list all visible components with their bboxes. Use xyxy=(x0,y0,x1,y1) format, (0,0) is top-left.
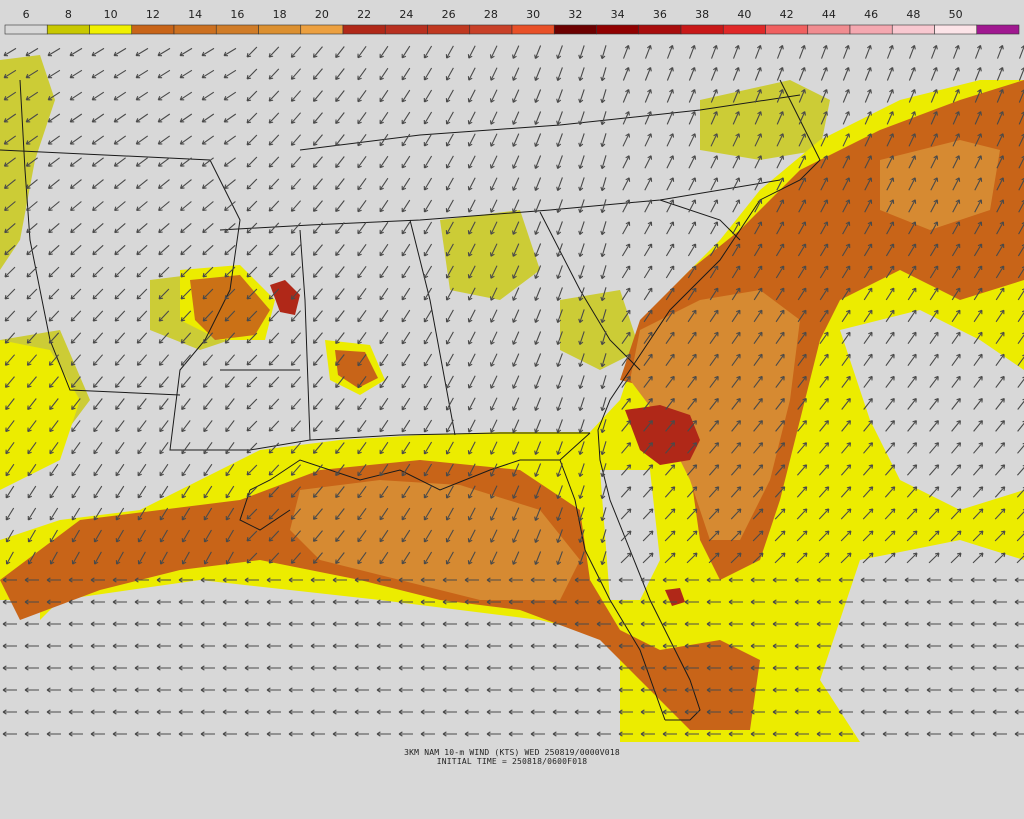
colorbar-label: 10 xyxy=(104,8,118,21)
colorbar-swatch xyxy=(131,24,175,35)
colorbar-swatch xyxy=(469,24,513,35)
colorbar-label: 48 xyxy=(906,8,920,21)
colorbar-swatch xyxy=(807,24,851,35)
colorbar-label: 46 xyxy=(864,8,878,21)
colorbar-label: 22 xyxy=(357,8,371,21)
colorbar-swatch xyxy=(934,24,978,35)
map-caption-title: 3KM NAM 10-m WIND (KTS) WED 250819/0000V… xyxy=(404,748,620,757)
colorbar-label: 34 xyxy=(611,8,625,21)
colorbar-label: 50 xyxy=(949,8,963,21)
wind-speed-colorbar: 6 8 10 12 14 16 18 20 22 24 26 28 30 32 34 36 38 40 42 44 46… xyxy=(4,8,1020,35)
colorbar-swatch xyxy=(258,24,302,35)
colorbar-swatch xyxy=(89,24,133,35)
colorbar-swatch xyxy=(342,24,386,35)
colorbar-swatch xyxy=(680,24,724,35)
colorbar-label: 42 xyxy=(780,8,794,21)
colorbar-label: 8 xyxy=(65,8,72,21)
colorbar-label: 24 xyxy=(399,8,413,21)
wind-map xyxy=(0,40,1024,742)
colorbar-label: 30 xyxy=(526,8,540,21)
colorbar-label: 36 xyxy=(653,8,667,21)
colorbar-label: 26 xyxy=(442,8,456,21)
colorbar-label: 38 xyxy=(695,8,709,21)
colorbar-swatch xyxy=(511,24,555,35)
map-caption-init-time: INITIAL TIME = 250818/0600F018 xyxy=(436,757,588,766)
colorbar-swatch xyxy=(596,24,640,35)
colorbar-label: 18 xyxy=(273,8,287,21)
colorbar-swatches xyxy=(4,24,1020,35)
colorbar-swatch xyxy=(427,24,471,35)
colorbar-label: 28 xyxy=(484,8,498,21)
colorbar-swatch xyxy=(891,24,935,35)
colorbar-label: 32 xyxy=(568,8,582,21)
colorbar-swatch xyxy=(976,24,1020,35)
colorbar-label: 40 xyxy=(737,8,751,21)
colorbar-label: 44 xyxy=(822,8,836,21)
colorbar-swatch xyxy=(722,24,766,35)
colorbar-swatch xyxy=(553,24,597,35)
colorbar-label: 16 xyxy=(230,8,244,21)
colorbar-swatch xyxy=(46,24,90,35)
colorbar-swatch xyxy=(849,24,893,35)
colorbar-label: 12 xyxy=(146,8,160,21)
colorbar-label: 20 xyxy=(315,8,329,21)
colorbar-swatch xyxy=(765,24,809,35)
colorbar-labels: 6 8 10 12 14 16 18 20 22 24 26 28 30 32 34 36 38 40 42 44 46… xyxy=(23,8,963,21)
colorbar-swatch xyxy=(300,24,344,35)
colorbar-swatch xyxy=(215,24,259,35)
colorbar-swatch xyxy=(4,24,48,35)
colorbar-swatch xyxy=(384,24,428,35)
colorbar-swatch xyxy=(638,24,682,35)
colorbar-label: 6 xyxy=(23,8,30,21)
colorbar-swatch xyxy=(173,24,217,35)
colorbar-label: 14 xyxy=(188,8,202,21)
